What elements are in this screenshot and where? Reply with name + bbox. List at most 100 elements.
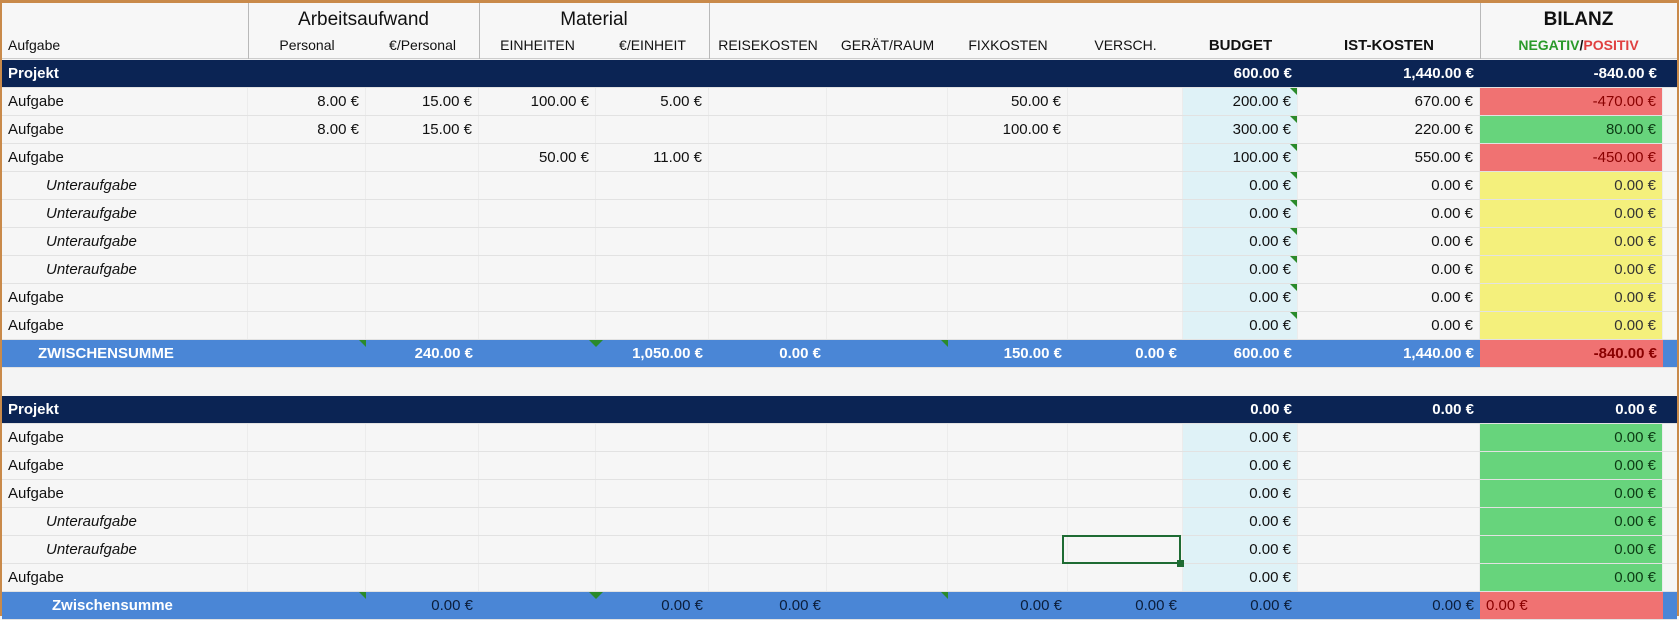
- bilanz-cell[interactable]: 0.00 €: [1480, 284, 1663, 311]
- cell-empty[interactable]: [366, 396, 479, 423]
- cell-einheiten[interactable]: [479, 284, 596, 311]
- cell-personal[interactable]: [248, 172, 366, 199]
- subtotal-cell[interactable]: 0.00 €: [709, 340, 827, 367]
- cell-personal[interactable]: [248, 312, 366, 339]
- bilanz-cell[interactable]: -450.00 €: [1480, 144, 1663, 171]
- cell-ist-kosten[interactable]: 0.00 €: [1298, 200, 1480, 227]
- cell--einheit[interactable]: [596, 172, 709, 199]
- cell-einheiten[interactable]: [479, 312, 596, 339]
- cell-reisekosten[interactable]: [709, 480, 827, 507]
- cell-fixkosten[interactable]: 100.00 €: [948, 116, 1068, 143]
- cell-ist-kosten[interactable]: 550.00 €: [1298, 144, 1480, 171]
- cell-gerät-raum[interactable]: [827, 116, 948, 143]
- subtotal-cell[interactable]: 1,050.00 €: [596, 340, 709, 367]
- cell--einheit[interactable]: 11.00 €: [596, 144, 709, 171]
- cell-empty[interactable]: [479, 396, 596, 423]
- bilanz-cell[interactable]: 0.00 €: [1480, 480, 1663, 507]
- cell-personal[interactable]: [248, 564, 366, 591]
- cell-reisekosten[interactable]: [709, 452, 827, 479]
- cell--einheit[interactable]: [596, 312, 709, 339]
- cell-fixkosten[interactable]: [948, 452, 1068, 479]
- cell-budget[interactable]: 0.00 €: [1183, 424, 1298, 451]
- cell--einheit[interactable]: [596, 536, 709, 563]
- bilanz-cell[interactable]: 0.00 €: [1480, 228, 1663, 255]
- subtotal-cell[interactable]: 0.00 €: [709, 592, 827, 619]
- cell-budget[interactable]: 300.00 €: [1183, 116, 1298, 143]
- cell--personal[interactable]: [366, 200, 479, 227]
- project-label[interactable]: Projekt: [2, 396, 248, 423]
- cell-personal[interactable]: [248, 200, 366, 227]
- cell-versch-[interactable]: [1068, 284, 1183, 311]
- cell-fixkosten[interactable]: [948, 424, 1068, 451]
- cell-versch-[interactable]: [1068, 200, 1183, 227]
- cell-versch-[interactable]: [1068, 144, 1183, 171]
- cell-gerät-raum[interactable]: [827, 564, 948, 591]
- cell-budget[interactable]: 0.00 €: [1183, 228, 1298, 255]
- cell-empty[interactable]: [596, 396, 709, 423]
- task-label[interactable]: Aufgabe: [2, 564, 248, 591]
- cell-budget[interactable]: 100.00 €: [1183, 144, 1298, 171]
- task-label[interactable]: Aufgabe: [2, 284, 248, 311]
- cell--personal[interactable]: 15.00 €: [366, 88, 479, 115]
- task-label[interactable]: Aufgabe: [2, 312, 248, 339]
- cell-gerät-raum[interactable]: [827, 452, 948, 479]
- cell-reisekosten[interactable]: [709, 88, 827, 115]
- cell-budget[interactable]: 0.00 €: [1183, 284, 1298, 311]
- subtotal-cell[interactable]: [827, 340, 948, 367]
- cell--einheit[interactable]: 5.00 €: [596, 88, 709, 115]
- cell-empty[interactable]: [827, 396, 948, 423]
- task-label[interactable]: Unteraufgabe: [2, 536, 248, 563]
- cell-gerät-raum[interactable]: [827, 480, 948, 507]
- cell-ist-kosten[interactable]: 670.00 €: [1298, 88, 1480, 115]
- cell-budget[interactable]: 0.00 €: [1183, 480, 1298, 507]
- cell-ist-kosten[interactable]: [1298, 508, 1480, 535]
- subtotal-cell[interactable]: 600.00 €: [1183, 340, 1298, 367]
- cell-einheiten[interactable]: [479, 536, 596, 563]
- cell-empty[interactable]: [948, 396, 1068, 423]
- cell-gerät-raum[interactable]: [827, 284, 948, 311]
- cell-versch-[interactable]: [1068, 508, 1183, 535]
- project-bilanz[interactable]: -840.00 €: [1480, 60, 1663, 87]
- project-label[interactable]: Projekt: [2, 60, 248, 87]
- subtotal-bilanz[interactable]: -840.00 €: [1480, 340, 1663, 367]
- cell-budget[interactable]: 0.00 €: [1183, 508, 1298, 535]
- subtotal-cell[interactable]: 240.00 €: [366, 340, 479, 367]
- cell-empty[interactable]: [248, 396, 366, 423]
- cell-empty[interactable]: [948, 60, 1068, 87]
- project-budget[interactable]: 600.00 €: [1183, 60, 1298, 87]
- cell-ist-kosten[interactable]: 0.00 €: [1298, 172, 1480, 199]
- cell--personal[interactable]: [366, 480, 479, 507]
- subtotal-cell[interactable]: 0.00 €: [1183, 592, 1298, 619]
- cell--personal[interactable]: [366, 424, 479, 451]
- cell-budget[interactable]: 0.00 €: [1183, 172, 1298, 199]
- task-label[interactable]: Unteraufgabe: [2, 508, 248, 535]
- cell-personal[interactable]: [248, 536, 366, 563]
- cell-ist-kosten[interactable]: [1298, 480, 1480, 507]
- cell-einheiten[interactable]: 100.00 €: [479, 88, 596, 115]
- cell-einheiten[interactable]: [479, 256, 596, 283]
- cell-empty[interactable]: [596, 60, 709, 87]
- cell-fixkosten[interactable]: [948, 480, 1068, 507]
- task-label[interactable]: Aufgabe: [2, 144, 248, 171]
- task-label[interactable]: Aufgabe: [2, 424, 248, 451]
- cell-ist-kosten[interactable]: 0.00 €: [1298, 312, 1480, 339]
- cell-personal[interactable]: [248, 256, 366, 283]
- cell-personal[interactable]: [248, 452, 366, 479]
- cell-reisekosten[interactable]: [709, 536, 827, 563]
- cell-versch-[interactable]: [1068, 88, 1183, 115]
- subtotal-label[interactable]: Zwischensumme: [2, 592, 248, 619]
- subtotal-cell[interactable]: 0.00 €: [948, 592, 1068, 619]
- cell-fixkosten[interactable]: [948, 200, 1068, 227]
- subtotal-cell[interactable]: 0.00 €: [1298, 592, 1480, 619]
- cell--personal[interactable]: [366, 508, 479, 535]
- cell-budget[interactable]: 0.00 €: [1183, 312, 1298, 339]
- cell-reisekosten[interactable]: [709, 200, 827, 227]
- cell-reisekosten[interactable]: [709, 508, 827, 535]
- bilanz-cell[interactable]: -470.00 €: [1480, 88, 1663, 115]
- cell--einheit[interactable]: [596, 508, 709, 535]
- cell-reisekosten[interactable]: [709, 256, 827, 283]
- cell-personal[interactable]: [248, 228, 366, 255]
- cell-ist-kosten[interactable]: 0.00 €: [1298, 284, 1480, 311]
- cell--personal[interactable]: [366, 256, 479, 283]
- cell--personal[interactable]: 15.00 €: [366, 116, 479, 143]
